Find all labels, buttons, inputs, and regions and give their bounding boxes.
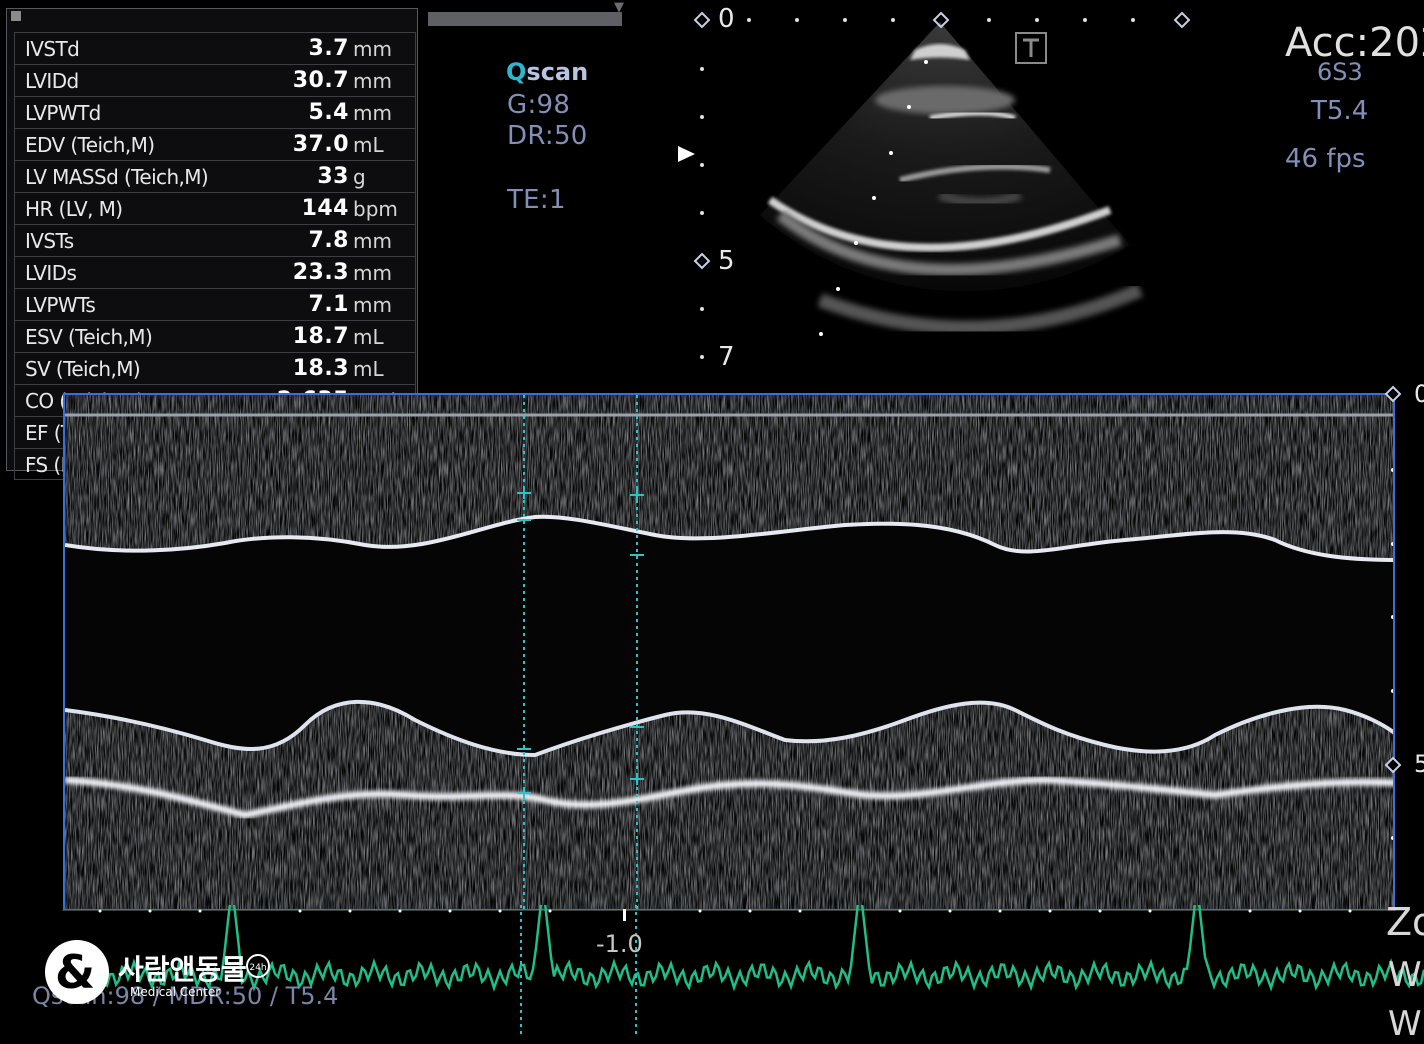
edge-label-w2: W [1388,1004,1422,1044]
depth-7-label: 7 [718,342,735,372]
right-depth-markers [1384,385,1402,774]
time-marker-label: -1.0 [596,930,643,958]
b-mode-image [678,11,1191,359]
depth-5-label: 5 [718,246,735,276]
arrow-marker-icon [678,146,695,162]
zoom-label: Zo [1386,900,1424,944]
t-mode-icon [1015,32,1047,64]
diamond-marker-icon [1384,385,1402,774]
m-mode-trace [65,395,1393,909]
logo-subtitle: Medical Center [130,985,221,999]
right-depth-5: 5 [1414,750,1424,778]
ecg-trace [60,905,1424,992]
edge-label-w1: W [1388,955,1422,995]
right-depth-0: 0 [1414,380,1424,408]
logo-24h-badge: 24h [246,954,270,978]
logo-name: 사람앤동물 [118,953,247,986]
depth-0-label: 0 [718,4,735,34]
m-mode-image[interactable] [63,393,1395,911]
logo-amp-icon: & [55,945,96,999]
